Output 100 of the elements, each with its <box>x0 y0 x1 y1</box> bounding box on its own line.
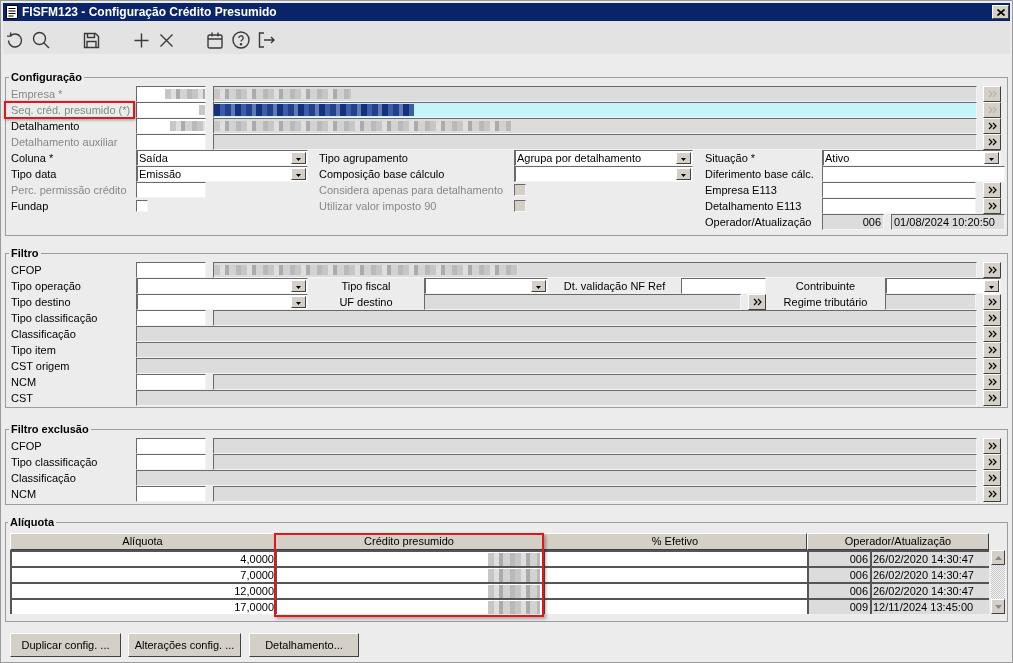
lookup-button[interactable] <box>983 390 1001 406</box>
help-button[interactable] <box>229 28 253 52</box>
group-title: Filtro <box>10 246 40 260</box>
code-field[interactable] <box>136 486 206 502</box>
dropdown-button[interactable] <box>291 168 306 180</box>
description-field[interactable] <box>213 454 977 470</box>
input-field[interactable] <box>822 198 976 214</box>
action-button[interactable]: Alterações config. ... <box>128 633 241 657</box>
table-cell: 26/02/2020 14:30:47 <box>870 550 989 566</box>
field-label: Composição base cálculo <box>319 167 445 182</box>
description-field[interactable] <box>136 342 977 358</box>
lookup-button[interactable] <box>983 198 1001 214</box>
field-label: Classificação <box>11 471 76 486</box>
checkbox[interactable] <box>136 200 148 212</box>
dropdown-field[interactable] <box>514 166 693 182</box>
lookup-button[interactable] <box>983 118 1001 134</box>
code-field[interactable] <box>136 102 206 118</box>
code-field[interactable] <box>136 86 206 102</box>
dropdown-button[interactable] <box>291 280 306 292</box>
table-cell: 009 <box>807 598 870 614</box>
input-field[interactable] <box>136 182 206 198</box>
field-label: NCM <box>11 375 37 390</box>
description-field[interactable] <box>213 262 977 278</box>
window-title: FISFM123 - Configuração Crédito Presumido <box>22 4 277 20</box>
dropdown-field[interactable]: Saída <box>136 150 308 166</box>
table-cell: 12/11/2024 13:45:00 <box>870 598 989 614</box>
field-label: Tipo classificação <box>11 311 98 326</box>
description-field[interactable] <box>136 390 977 406</box>
dropdown-button[interactable] <box>531 280 546 292</box>
input-field[interactable] <box>822 166 1005 182</box>
table-cell: 006 <box>807 550 870 566</box>
lookup-button[interactable] <box>983 294 1001 310</box>
dropdown-field[interactable] <box>136 294 308 310</box>
field-label: Detalhamento <box>11 119 80 134</box>
field-label: Contribuinte <box>795 279 856 294</box>
lookup-button[interactable] <box>983 310 1001 326</box>
description-field[interactable] <box>136 326 977 342</box>
field-label: UF destino <box>339 295 393 310</box>
lookup-button[interactable] <box>983 262 1001 278</box>
description-field[interactable] <box>213 438 977 454</box>
description-field[interactable] <box>136 470 977 486</box>
action-button[interactable]: Detalhamento... <box>249 633 359 657</box>
dropdown-button[interactable] <box>676 152 691 164</box>
readonly-field: 006 <box>822 214 884 230</box>
dropdown-field[interactable] <box>885 278 1001 294</box>
undo-icon <box>6 31 24 49</box>
action-button[interactable]: Duplicar config. ... <box>10 633 121 657</box>
field-label: Operador/Atualização <box>705 215 812 230</box>
description-field[interactable] <box>213 310 977 326</box>
caret-down-icon <box>681 158 686 161</box>
description-field[interactable] <box>136 358 977 374</box>
dropdown-button[interactable] <box>676 168 691 180</box>
dropdown-field[interactable]: Agrupa por detalhamento <box>514 150 693 166</box>
caret-down-icon <box>296 302 301 305</box>
dropdown-field[interactable]: Ativo <box>822 150 1001 166</box>
double-chevron-icon <box>987 202 997 210</box>
lookup-button[interactable] <box>983 374 1001 390</box>
table-cell: 006 <box>807 566 870 582</box>
lookup-button[interactable] <box>983 326 1001 342</box>
code-field[interactable] <box>136 438 206 454</box>
lookup-button[interactable] <box>983 454 1001 470</box>
field-label: Tipo destino <box>11 295 71 310</box>
code-field[interactable] <box>136 454 206 470</box>
lookup-button[interactable] <box>983 342 1001 358</box>
double-chevron-icon <box>987 186 997 194</box>
dropdown-button[interactable] <box>291 152 306 164</box>
lookup-button[interactable] <box>983 182 1001 198</box>
dropdown-button[interactable] <box>984 280 999 292</box>
lookup-button[interactable] <box>983 486 1001 502</box>
description-field[interactable] <box>213 486 977 502</box>
caret-down-icon <box>681 174 686 177</box>
field-label: Tipo item <box>11 343 56 358</box>
code-field[interactable] <box>136 310 206 326</box>
double-chevron-icon <box>987 90 997 98</box>
dropdown-field[interactable]: Emissão <box>136 166 308 182</box>
scroll-down-button[interactable] <box>991 599 1005 614</box>
dropdown-button[interactable] <box>291 296 306 308</box>
down-arrow-icon <box>994 604 1002 609</box>
field-label: Seq. créd. presumido (*) <box>11 103 131 118</box>
help-icon <box>232 31 250 49</box>
dropdown-button[interactable] <box>984 152 999 164</box>
code-field[interactable] <box>136 374 206 390</box>
vertical-scrollbar[interactable] <box>991 550 1005 614</box>
dropdown-field[interactable] <box>136 278 308 294</box>
description-field[interactable] <box>213 374 977 390</box>
lookup-button[interactable] <box>983 470 1001 486</box>
description-field[interactable] <box>213 118 977 134</box>
lookup-button[interactable] <box>983 438 1001 454</box>
code-field[interactable] <box>136 118 206 134</box>
lookup-button[interactable] <box>748 294 766 310</box>
code-field[interactable] <box>136 262 206 278</box>
dropdown-field[interactable] <box>424 278 548 294</box>
code-field[interactable] <box>136 134 206 150</box>
double-chevron-icon <box>987 122 997 130</box>
input-field[interactable] <box>822 182 976 198</box>
scroll-up-button[interactable] <box>991 550 1005 565</box>
close-button[interactable] <box>992 5 1009 19</box>
up-arrow-icon <box>994 555 1002 560</box>
input-field[interactable] <box>681 278 766 294</box>
lookup-button[interactable] <box>983 358 1001 374</box>
